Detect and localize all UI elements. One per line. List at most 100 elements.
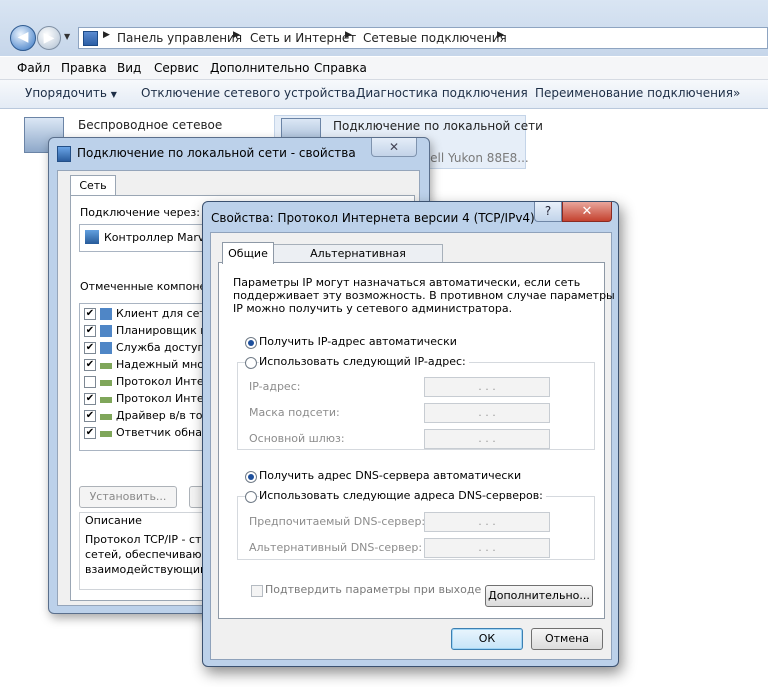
alternate-dns-field[interactable]: . . . [424,538,550,558]
dialog-title: Свойства: Протокол Интернета версии 4 (T… [211,211,535,225]
rename-button[interactable]: Переименование подключения [535,86,733,100]
menu-file[interactable]: Файл [17,61,50,75]
checkbox[interactable] [84,376,96,388]
list-item[interactable]: ✔ Протокол Интер [80,391,220,407]
lan-connection-name: Подключение по локальной сети [333,119,543,133]
protocol-icon [100,414,112,420]
description-line: сетей, обеспечивающ [85,548,212,561]
validate-checkbox[interactable] [251,585,263,597]
component-label: Клиент для сете [116,307,213,320]
list-item[interactable]: ✔ Служба доступа [80,340,220,356]
ip-manual-radio[interactable] [245,357,257,369]
disable-device-button[interactable]: Отключение сетевого устройства [141,86,355,100]
protocol-icon [100,397,112,403]
validate-label: Подтвердить параметры при выходе [265,583,482,596]
checkbox[interactable]: ✔ [84,325,96,337]
ip-address-field[interactable]: . . . [424,377,550,397]
back-button[interactable]: ◀ [10,25,36,51]
menu-tools[interactable]: Сервис [154,61,199,75]
checkbox[interactable]: ✔ [84,342,96,354]
menu-edit[interactable]: Правка [61,61,107,75]
close-button[interactable]: ✕ [371,138,417,157]
breadcrumb-control-panel[interactable]: Панель управления [117,31,242,45]
menu-bar: Файл Правка Вид Сервис Дополнительно Спр… [0,57,768,80]
component-label: Протокол Интер [116,392,211,405]
component-label: Протокол Интер [116,375,211,388]
back-arrow-icon: ◀ [17,29,29,45]
install-button[interactable]: Установить... [79,486,177,508]
cancel-button[interactable]: Отмена [531,628,603,650]
diagnose-button[interactable]: Диагностика подключения [356,86,528,100]
address-bar[interactable]: ▶ Панель управления ▶ Сеть и Интернет ▶ … [78,27,768,49]
organize-button[interactable]: Упорядочить ▼ [25,86,117,100]
dialog-title: Подключение по локальной сети - свойства [77,146,356,160]
history-dropdown-icon[interactable]: ▼ [64,32,70,41]
tab-network[interactable]: Сеть [70,175,116,196]
checkbox[interactable]: ✔ [84,308,96,320]
components-list[interactable]: ✔ Клиент для сете ✔ Планировщик па ✔ Служба… [79,303,221,451]
breadcrumb-network-internet[interactable]: Сеть и Интернет [250,31,356,45]
checkbox[interactable]: ✔ [84,410,96,422]
description-line: Протокол TCP/IP - ста [85,533,209,546]
tab-panel: Параметры IP могут назначаться автоматич… [218,262,615,619]
subnet-mask-label: Маска подсети: [249,406,340,419]
chevron-right-icon: ▶ [497,30,504,40]
gateway-label: Основной шлюз: [249,432,345,445]
preferred-dns-field[interactable]: . . . [424,512,550,532]
description-label: Описание [85,514,142,527]
chevron-right-icon: ▶ [345,30,352,40]
lan-connection-device: vell Yukon 88E8... [423,151,529,165]
list-item[interactable]: ✔ Драйвер в/в топ [80,408,220,424]
dns-auto-radio[interactable] [245,471,257,483]
help-button[interactable]: ? [534,202,562,222]
component-label: Драйвер в/в топ [116,409,210,422]
network-card-icon [85,230,99,244]
menu-view[interactable]: Вид [117,61,141,75]
more-commands-button[interactable]: » [733,86,740,100]
ip-auto-label[interactable]: Получить IP-адрес автоматически [259,335,457,348]
preferred-dns-label: Предпочитаемый DNS-сервер: [249,515,426,528]
intro-text: IP можно получить у сетевого администрат… [233,302,513,315]
components-label: Отмеченные компонент [80,280,220,293]
tab-general[interactable]: Общие [222,242,274,264]
dialog-body: Общие Альтернативная конфигурация Параме… [210,232,615,660]
list-item[interactable]: Протокол Интер [80,374,220,390]
forward-button[interactable]: ▶ [37,26,61,50]
ok-button[interactable]: ОК [451,628,523,650]
close-button[interactable]: ✕ [562,202,612,222]
menu-help[interactable]: Справка [314,61,367,75]
list-item[interactable]: ✔ Надежный много [80,357,220,373]
dns-auto-label[interactable]: Получить адрес DNS-сервера автоматически [259,469,521,482]
component-label: Планировщик па [116,324,215,337]
component-label: Служба доступа [116,341,212,354]
ip-address-label: IP-адрес: [249,380,301,393]
checkbox[interactable]: ✔ [84,393,96,405]
subnet-mask-field[interactable]: . . . [424,403,550,423]
breadcrumb-network-connections[interactable]: Сетевые подключения [363,31,507,45]
network-folder-icon [83,31,98,46]
dns-manual-radio[interactable] [245,491,257,503]
checkbox[interactable]: ✔ [84,359,96,371]
forward-arrow-icon: ▶ [43,30,55,46]
menu-advanced[interactable]: Дополнительно [210,61,310,75]
dns-manual-label[interactable]: Использовать следующие адреса DNS-сервер… [259,489,546,502]
ip-manual-label[interactable]: Использовать следующий IP-адрес: [259,355,469,368]
list-item[interactable]: ✔ Ответчик обнару [80,425,220,441]
wireless-connection-name[interactable]: Беспроводное сетевое [78,118,222,132]
dropdown-arrow-icon: ▼ [110,90,117,99]
command-bar: Упорядочить ▼ Отключение сетевого устрой… [0,80,768,109]
protocol-icon [100,431,112,437]
network-adapter-icon [57,146,71,162]
tab-alternate-configuration[interactable]: Альтернативная конфигурация [273,244,443,278]
adapter-field: Контроллер Marvell [79,224,221,252]
navigation-bar: ◀ ▶ ▼ ▶ Панель управления ▶ Сеть и Интер… [0,0,768,56]
ip-auto-radio[interactable] [245,337,257,349]
list-item[interactable]: ✔ Клиент для сете [80,306,220,322]
intro-text: поддерживает эту возможность. В противно… [233,289,615,302]
checkbox[interactable]: ✔ [84,427,96,439]
advanced-button[interactable]: Дополнительно... [485,585,593,607]
list-item[interactable]: ✔ Планировщик па [80,323,220,339]
intro-text: Параметры IP могут назначаться автоматич… [233,276,581,289]
gateway-field[interactable]: . . . [424,429,550,449]
connect-via-label: Подключение через: [80,206,200,219]
